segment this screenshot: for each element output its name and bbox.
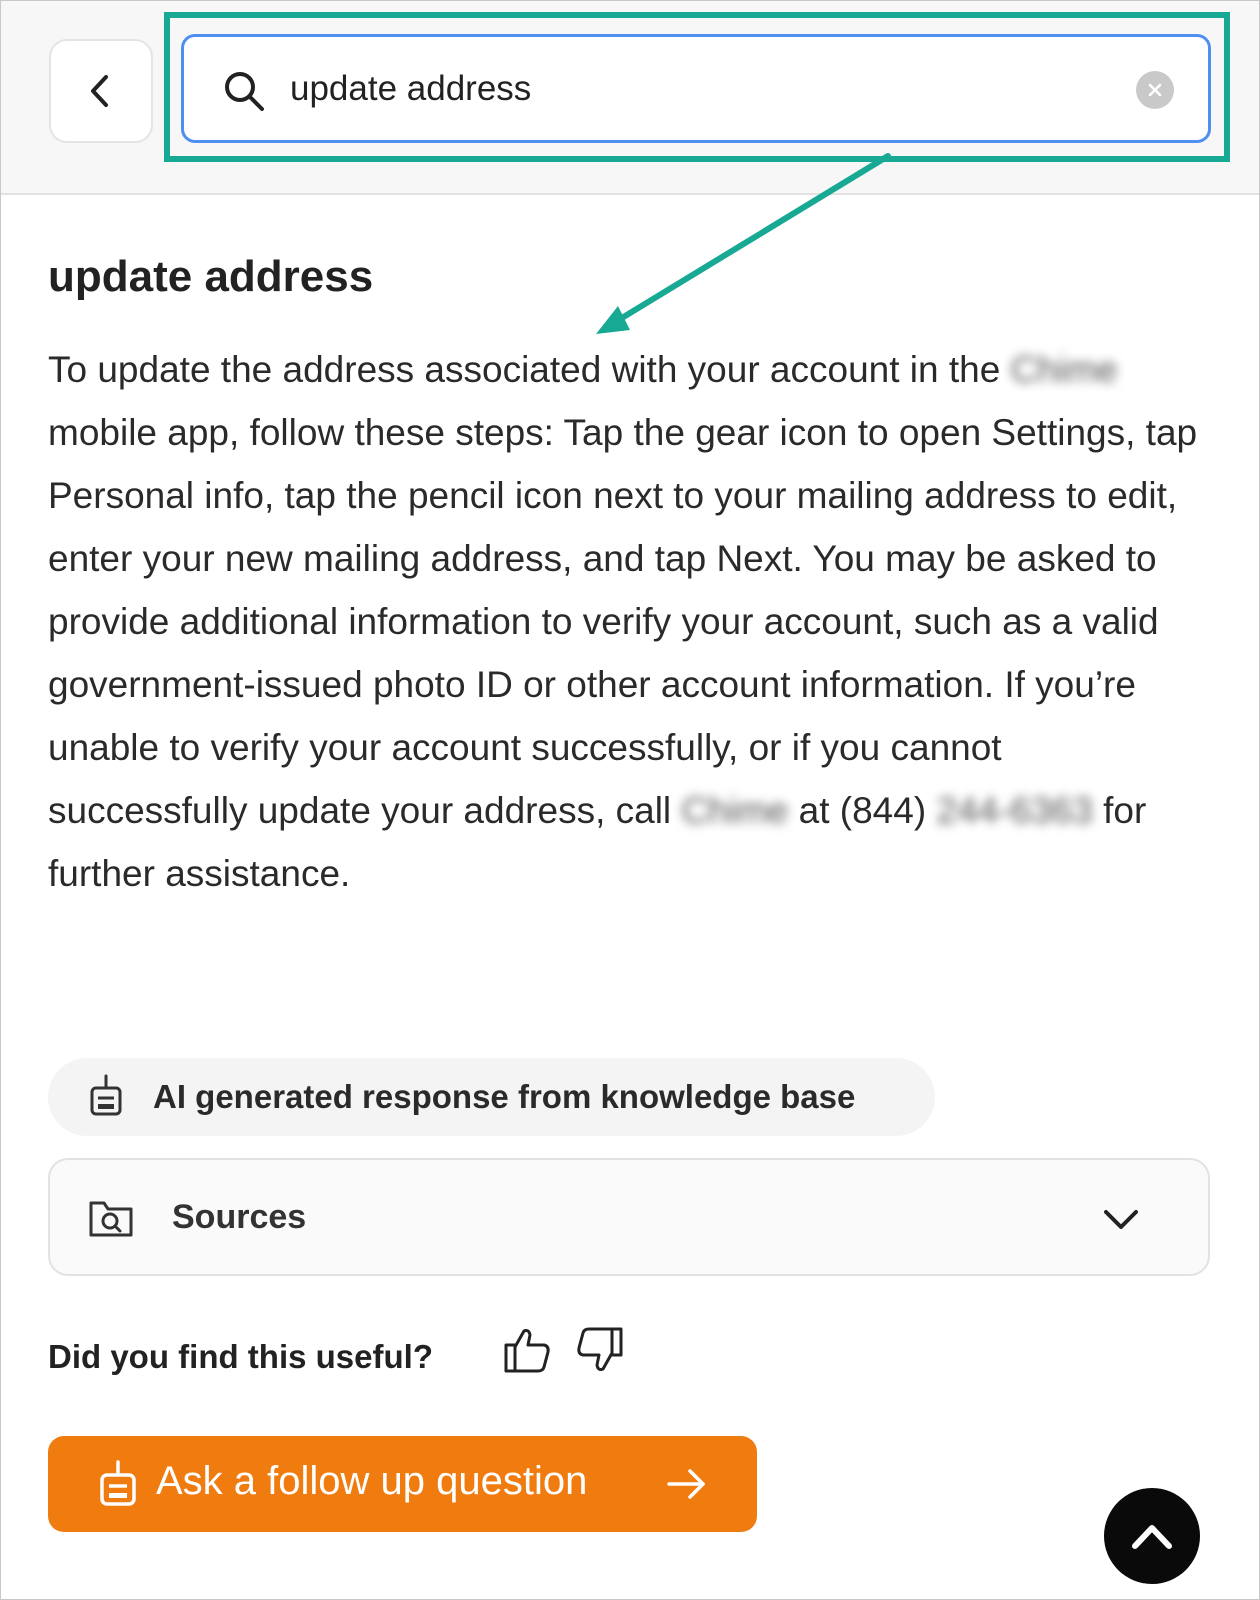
back-button[interactable]: [49, 39, 153, 143]
ai-generated-badge: AI generated response from knowledge bas…: [48, 1058, 935, 1136]
answer-body: To update the address associated with yo…: [48, 338, 1208, 905]
sources-label: Sources: [172, 1198, 307, 1236]
close-icon: [1148, 83, 1162, 97]
search-field[interactable]: [181, 34, 1211, 143]
chevron-left-icon: [91, 75, 108, 107]
redacted-brand-name: Chime: [681, 790, 789, 831]
clear-search-button[interactable]: [1136, 71, 1174, 109]
ai-generated-label: AI generated response from knowledge bas…: [153, 1078, 856, 1115]
sources-accordion[interactable]: Sources: [48, 1158, 1210, 1276]
thumbs-down-icon[interactable]: [575, 1325, 625, 1375]
chevron-down-icon[interactable]: [1102, 1200, 1140, 1238]
answer-title: update address: [48, 252, 374, 301]
robot-icon: [90, 1074, 122, 1116]
answer-text-part: mobile app, follow these steps: Tap the …: [48, 412, 1198, 831]
ask-follow-up-label: Ask a follow up question: [156, 1459, 588, 1503]
chevron-up-icon: [1132, 1525, 1172, 1549]
feedback-question: Did you find this useful?: [48, 1338, 433, 1375]
search-input[interactable]: [290, 57, 1090, 121]
scroll-to-top-button[interactable]: [1104, 1488, 1200, 1584]
search-icon: [225, 72, 264, 111]
answer-text-part: To update the address associated with yo…: [48, 349, 1011, 390]
answer-text-part: at (844): [788, 790, 937, 831]
ask-follow-up-button[interactable]: Ask a follow up question: [48, 1436, 757, 1532]
redacted-phone-number: 244-6363: [936, 790, 1093, 831]
folder-search-icon: [89, 1201, 133, 1237]
arrow-right-icon: [667, 1469, 705, 1499]
robot-icon: [100, 1460, 136, 1506]
thumbs-up-icon[interactable]: [502, 1325, 552, 1375]
redacted-brand-name: Chime: [1010, 349, 1118, 390]
